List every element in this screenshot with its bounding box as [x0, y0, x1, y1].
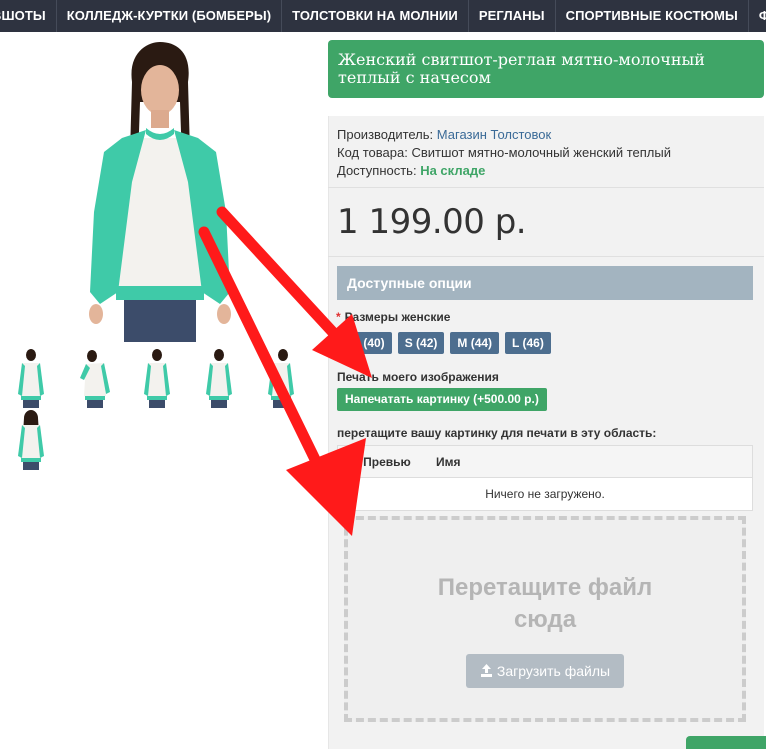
availability-row: Доступность: На складе	[337, 162, 671, 180]
file-dropzone[interactable]: Перетащите файл сюда Загрузить файлы	[344, 516, 746, 722]
top-navigation: ВШОТЫ КОЛЛЕДЖ-КУРТКИ (БОМБЕРЫ) ТОЛСТОВКИ…	[0, 0, 766, 32]
availability-status: На складе	[420, 163, 486, 178]
product-details: Женский свитшот-реглан мятно-молочный те…	[328, 40, 764, 98]
size-option-xs[interactable]: XS (40)	[337, 332, 392, 354]
nav-item-more[interactable]: Ф	[749, 0, 766, 32]
product-price: 1 199.00 р.	[337, 202, 527, 242]
dropzone-text-line1: Перетащите файл	[437, 574, 653, 601]
availability-label: Доступность:	[337, 163, 417, 178]
upload-files-button[interactable]: Загрузить файлы	[466, 654, 624, 688]
manufacturer-row: Производитель: Магазин Толстовок	[337, 126, 671, 144]
size-option-l[interactable]: L (46)	[505, 332, 551, 354]
upload-icon	[480, 664, 492, 677]
thumbnail-6[interactable]	[12, 410, 50, 470]
dropzone-text: Перетащите файл сюда	[348, 572, 742, 636]
print-option-label: Печать моего изображения	[337, 370, 499, 384]
divider	[328, 187, 764, 188]
nav-item-raglans[interactable]: РЕГЛАНЫ	[469, 0, 556, 32]
empty-table-message: Ничего не загружено.	[485, 487, 605, 501]
print-image-button[interactable]: Напечатать картинку (+500.00 р.)	[337, 388, 547, 411]
size-option-m[interactable]: M (44)	[450, 332, 500, 354]
required-mark: *	[336, 310, 341, 324]
product-code-label: Код товара:	[337, 145, 408, 160]
dropzone-text-line2: сюда	[513, 606, 577, 633]
upload-files-label: Загрузить файлы	[496, 663, 611, 679]
size-option-s[interactable]: S (42)	[397, 332, 445, 354]
column-name: Имя	[436, 455, 461, 469]
main-product-image[interactable]	[60, 42, 260, 342]
thumbnail-5[interactable]	[262, 348, 300, 408]
size-selector: XS (40) S (42) M (44) L (46)	[337, 332, 557, 354]
options-header: Доступные опции	[337, 266, 753, 300]
manufacturer-link[interactable]: Магазин Толстовок	[437, 127, 551, 142]
nav-item-zip-hoodies[interactable]: ТОЛСТОВКИ НА МОЛНИИ	[282, 0, 469, 32]
partial-green-button[interactable]	[686, 736, 766, 749]
divider	[328, 256, 764, 257]
product-code-row: Код товара: Свитшот мятно-молочный женск…	[337, 144, 671, 162]
uploaded-files-table: Превью Имя Ничего не загружено.	[337, 445, 753, 511]
thumbnail-2[interactable]	[76, 348, 114, 408]
drop-area-label: перетащите вашу картинку для печати в эт…	[337, 426, 657, 440]
thumbnail-3[interactable]	[138, 348, 176, 408]
thumbnail-1[interactable]	[12, 348, 50, 408]
product-info: Производитель: Магазин Толстовок Код тов…	[337, 126, 671, 180]
column-preview: Превью	[363, 455, 411, 469]
manufacturer-label: Производитель:	[337, 127, 434, 142]
product-title: Женский свитшот-реглан мятно-молочный те…	[328, 40, 764, 98]
nav-item-sweatshirts[interactable]: ВШОТЫ	[0, 0, 57, 32]
nav-item-college-jackets[interactable]: КОЛЛЕДЖ-КУРТКИ (БОМБЕРЫ)	[57, 0, 283, 32]
table-header: Превью Имя	[338, 446, 752, 478]
product-code-value: Свитшот мятно-молочный женский теплый	[411, 145, 671, 160]
sizes-label: * Размеры женские	[336, 310, 450, 324]
thumbnail-4[interactable]	[200, 348, 238, 408]
sizes-label-text: Размеры женские	[344, 310, 451, 324]
nav-item-sport-suits[interactable]: СПОРТИВНЫЕ КОСТЮМЫ	[556, 0, 749, 32]
